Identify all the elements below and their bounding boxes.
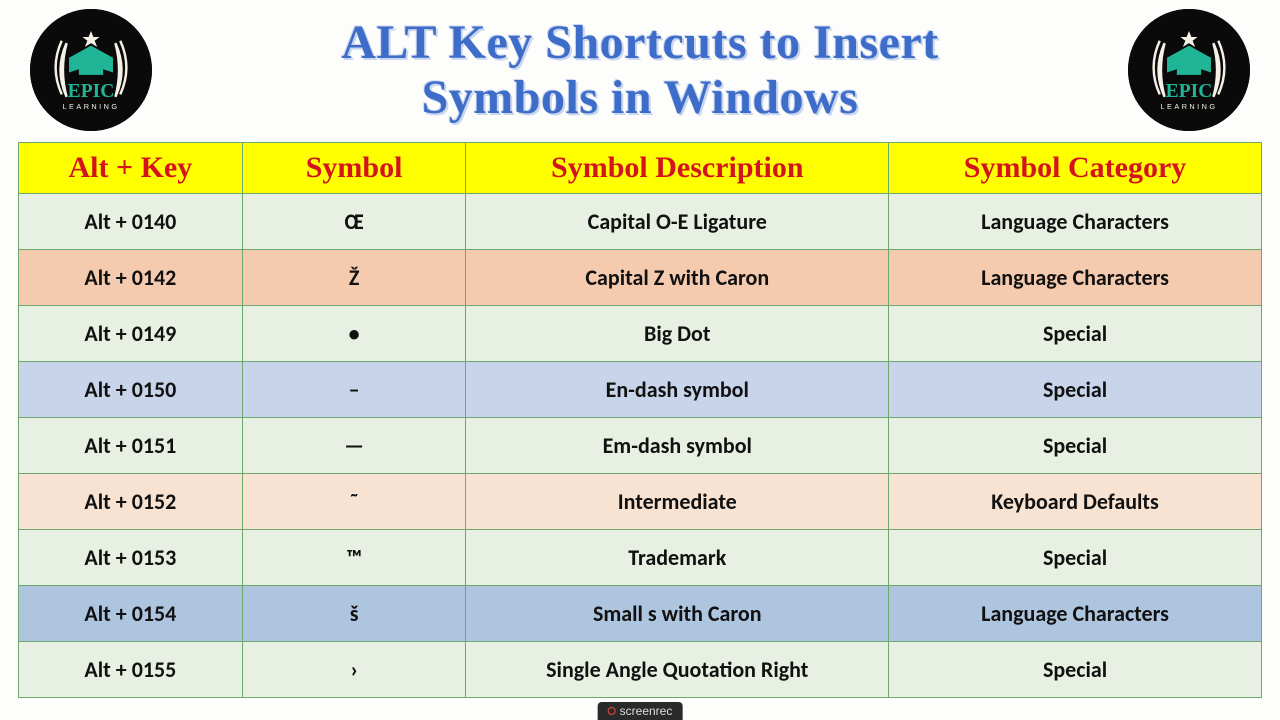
cell-symbol: — xyxy=(242,418,466,474)
cell-description: En-dash symbol xyxy=(466,362,889,418)
table-row: Alt + 0142ŽCapital Z with CaronLanguage … xyxy=(19,250,1262,306)
cell-key: Alt + 0150 xyxy=(19,362,243,418)
table-row: Alt + 0155›Single Angle Quotation RightS… xyxy=(19,642,1262,698)
cell-key: Alt + 0142 xyxy=(19,250,243,306)
table-row: Alt + 0149•Big DotSpecial xyxy=(19,306,1262,362)
col-header-category: Symbol Category xyxy=(889,143,1262,194)
cell-description: Small s with Caron xyxy=(466,586,889,642)
cell-category: Keyboard Defaults xyxy=(889,474,1262,530)
brand-logo-left: EPIC LEARNING xyxy=(30,9,152,131)
table-row: Alt + 0140ŒCapital O-E LigatureLanguage … xyxy=(19,194,1262,250)
table-row: Alt + 0152˜IntermediateKeyboard Defaults xyxy=(19,474,1262,530)
table-row: Alt + 0153™TrademarkSpecial xyxy=(19,530,1262,586)
cell-category: Special xyxy=(889,530,1262,586)
cell-key: Alt + 0151 xyxy=(19,418,243,474)
header: EPIC LEARNING ALT Key Shortcuts to Inser… xyxy=(0,0,1280,142)
cell-category: Special xyxy=(889,642,1262,698)
cell-key: Alt + 0149 xyxy=(19,306,243,362)
shortcuts-table: Alt + Key Symbol Symbol Description Symb… xyxy=(18,142,1262,698)
cell-key: Alt + 0155 xyxy=(19,642,243,698)
screenrec-watermark: screenrec xyxy=(598,702,683,720)
table-row: Alt + 0151—Em-dash symbolSpecial xyxy=(19,418,1262,474)
cell-symbol: ™ xyxy=(242,530,466,586)
cell-description: Single Angle Quotation Right xyxy=(466,642,889,698)
cell-symbol: › xyxy=(242,642,466,698)
svg-text:LEARNING: LEARNING xyxy=(63,102,120,111)
cell-description: Intermediate xyxy=(466,474,889,530)
table-row: Alt + 0150–En-dash symbolSpecial xyxy=(19,362,1262,418)
table-header-row: Alt + Key Symbol Symbol Description Symb… xyxy=(19,143,1262,194)
svg-text:LEARNING: LEARNING xyxy=(1161,102,1218,111)
cell-key: Alt + 0154 xyxy=(19,586,243,642)
watermark-label: screenrec xyxy=(620,704,673,718)
title-line-2: Symbols in Windows xyxy=(152,70,1128,125)
title-line-1: ALT Key Shortcuts to Insert xyxy=(152,15,1128,70)
col-header-description: Symbol Description xyxy=(466,143,889,194)
cell-symbol: Ž xyxy=(242,250,466,306)
cell-key: Alt + 0140 xyxy=(19,194,243,250)
cell-symbol: Œ xyxy=(242,194,466,250)
page-title: ALT Key Shortcuts to Insert Symbols in W… xyxy=(152,15,1128,125)
cell-symbol: – xyxy=(242,362,466,418)
cell-symbol: š xyxy=(242,586,466,642)
brand-logo-right: EPIC LEARNING xyxy=(1128,9,1250,131)
cell-description: Big Dot xyxy=(466,306,889,362)
cell-category: Special xyxy=(889,306,1262,362)
cell-description: Capital Z with Caron xyxy=(466,250,889,306)
cell-category: Language Characters xyxy=(889,586,1262,642)
cell-category: Special xyxy=(889,362,1262,418)
cell-category: Language Characters xyxy=(889,250,1262,306)
cell-symbol: ˜ xyxy=(242,474,466,530)
table-row: Alt + 0154šSmall s with CaronLanguage Ch… xyxy=(19,586,1262,642)
svg-text:EPIC: EPIC xyxy=(1166,81,1213,102)
cell-description: Capital O-E Ligature xyxy=(466,194,889,250)
cell-symbol: • xyxy=(242,306,466,362)
cell-description: Trademark xyxy=(466,530,889,586)
cell-category: Special xyxy=(889,418,1262,474)
record-icon xyxy=(608,707,616,715)
col-header-key: Alt + Key xyxy=(19,143,243,194)
cell-description: Em-dash symbol xyxy=(466,418,889,474)
col-header-symbol: Symbol xyxy=(242,143,466,194)
cell-key: Alt + 0152 xyxy=(19,474,243,530)
cell-key: Alt + 0153 xyxy=(19,530,243,586)
cell-category: Language Characters xyxy=(889,194,1262,250)
svg-text:EPIC: EPIC xyxy=(68,81,115,102)
